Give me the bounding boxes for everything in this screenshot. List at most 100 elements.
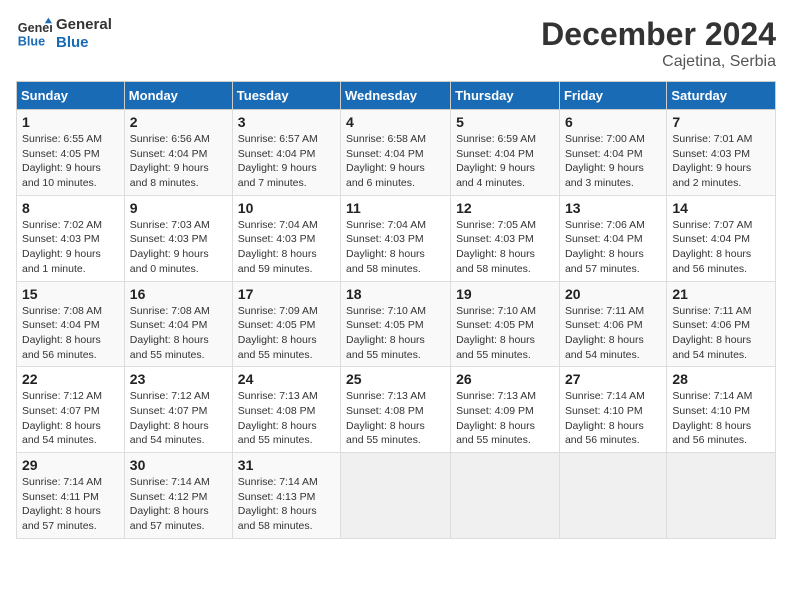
day-detail: Sunrise: 6:57 AM Sunset: 4:04 PM Dayligh… (238, 132, 335, 191)
day-detail: Sunrise: 7:04 AM Sunset: 4:03 PM Dayligh… (346, 218, 445, 277)
calendar-cell: 23Sunrise: 7:12 AM Sunset: 4:07 PM Dayli… (124, 367, 232, 453)
calendar-cell: 24 Sunrise: 7:13 AM Sunset: 4:08 PM Dayli… (232, 367, 340, 453)
logo-blue: Blue (56, 34, 112, 52)
weekday-thursday: Thursday (451, 82, 560, 110)
day-number: 18 (346, 286, 445, 302)
day-number: 1 (22, 114, 119, 130)
day-number: 20 (565, 286, 661, 302)
logo-icon: General Blue (16, 16, 52, 52)
day-number: 26 (456, 371, 554, 387)
day-detail: Sunrise: 7:01 AM Sunset: 4:03 PM Dayligh… (672, 132, 770, 191)
day-detail: Sunrise: 7:14 AM Sunset: 4:13 PM Dayligh… (238, 475, 335, 534)
day-number: 29 (22, 457, 119, 473)
day-detail: Sunrise: 7:06 AM Sunset: 4:04 PM Dayligh… (565, 218, 661, 277)
day-number: 2 (130, 114, 227, 130)
day-number: 11 (346, 200, 445, 216)
calendar-cell (559, 453, 666, 539)
logo: General Blue General Blue (16, 16, 112, 52)
weekday-sunday: Sunday (17, 82, 125, 110)
week-row-2: 8 Sunrise: 7:02 AM Sunset: 4:03 PM Daylig… (17, 195, 776, 281)
day-detail: Sunrise: 6:56 AM Sunset: 4:04 PM Dayligh… (130, 132, 227, 191)
day-detail: Sunrise: 7:14 AM Sunset: 4:10 PM Dayligh… (672, 389, 770, 448)
calendar-cell: 11 Sunrise: 7:04 AM Sunset: 4:03 PM Dayli… (341, 195, 451, 281)
day-number: 13 (565, 200, 661, 216)
title-area: December 2024 Cajetina, Serbia (541, 16, 776, 71)
day-number: 8 (22, 200, 119, 216)
calendar-cell: 2 Sunrise: 6:56 AM Sunset: 4:04 PM Daylig… (124, 110, 232, 196)
weekday-friday: Friday (559, 82, 666, 110)
calendar-cell: 18 Sunrise: 7:10 AM Sunset: 4:05 PM Dayli… (341, 281, 451, 367)
day-number: 21 (672, 286, 770, 302)
day-detail: Sunrise: 7:13 AM Sunset: 4:08 PM Dayligh… (238, 389, 335, 448)
calendar-cell: 31 Sunrise: 7:14 AM Sunset: 4:13 PM Dayli… (232, 453, 340, 539)
day-number: 25 (346, 371, 445, 387)
weekday-wednesday: Wednesday (341, 82, 451, 110)
day-detail: Sunrise: 7:07 AM Sunset: 4:04 PM Dayligh… (672, 218, 770, 277)
calendar-cell: 12 Sunrise: 7:05 AM Sunset: 4:03 PM Dayli… (451, 195, 560, 281)
calendar-cell: 25 Sunrise: 7:13 AM Sunset: 4:08 PM Dayli… (341, 367, 451, 453)
day-detail: Sunrise: 7:02 AM Sunset: 4:03 PM Dayligh… (22, 218, 119, 277)
week-row-5: 29 Sunrise: 7:14 AM Sunset: 4:11 PM Dayli… (17, 453, 776, 539)
day-detail: Sunrise: 7:04 AM Sunset: 4:03 PM Dayligh… (238, 218, 335, 277)
day-detail: Sunrise: 7:14 AM Sunset: 4:12 PM Dayligh… (130, 475, 227, 534)
logo-general: General (56, 16, 112, 34)
day-detail: Sunrise: 7:11 AM Sunset: 4:06 PM Dayligh… (672, 304, 770, 363)
calendar-cell: 26Sunrise: 7:13 AM Sunset: 4:09 PM Dayli… (451, 367, 560, 453)
calendar-cell: 7 Sunrise: 7:01 AM Sunset: 4:03 PM Daylig… (667, 110, 776, 196)
calendar-cell: 27Sunrise: 7:14 AM Sunset: 4:10 PM Dayli… (559, 367, 666, 453)
day-detail: Sunrise: 7:11 AM Sunset: 4:06 PM Dayligh… (565, 304, 661, 363)
calendar-cell (341, 453, 451, 539)
day-number: 12 (456, 200, 554, 216)
day-detail: Sunrise: 7:00 AM Sunset: 4:04 PM Dayligh… (565, 132, 661, 191)
svg-text:Blue: Blue (18, 35, 45, 49)
svg-text:General: General (18, 21, 52, 35)
calendar-cell: 1 Sunrise: 6:55 AM Sunset: 4:05 PM Daylig… (17, 110, 125, 196)
calendar-cell: 29 Sunrise: 7:14 AM Sunset: 4:11 PM Dayli… (17, 453, 125, 539)
calendar-body: 1 Sunrise: 6:55 AM Sunset: 4:05 PM Daylig… (17, 110, 776, 539)
day-number: 28 (672, 371, 770, 387)
day-number: 4 (346, 114, 445, 130)
calendar-cell (451, 453, 560, 539)
day-detail: Sunrise: 6:58 AM Sunset: 4:04 PM Dayligh… (346, 132, 445, 191)
day-number: 24 (238, 371, 335, 387)
weekday-header-row: SundayMondayTuesdayWednesdayThursdayFrid… (17, 82, 776, 110)
day-number: 7 (672, 114, 770, 130)
calendar-cell: 3 Sunrise: 6:57 AM Sunset: 4:04 PM Daylig… (232, 110, 340, 196)
day-number: 23 (130, 371, 227, 387)
day-number: 16 (130, 286, 227, 302)
day-detail: Sunrise: 7:10 AM Sunset: 4:05 PM Dayligh… (346, 304, 445, 363)
calendar-cell: 5 Sunrise: 6:59 AM Sunset: 4:04 PM Daylig… (451, 110, 560, 196)
calendar-cell (667, 453, 776, 539)
day-detail: Sunrise: 7:14 AM Sunset: 4:11 PM Dayligh… (22, 475, 119, 534)
day-detail: Sunrise: 7:05 AM Sunset: 4:03 PM Dayligh… (456, 218, 554, 277)
calendar-cell: 28 Sunrise: 7:14 AM Sunset: 4:10 PM Dayli… (667, 367, 776, 453)
calendar-cell: 17Sunrise: 7:09 AM Sunset: 4:05 PM Dayli… (232, 281, 340, 367)
day-number: 31 (238, 457, 335, 473)
calendar-cell: 21 Sunrise: 7:11 AM Sunset: 4:06 PM Dayli… (667, 281, 776, 367)
day-detail: Sunrise: 7:14 AM Sunset: 4:10 PM Dayligh… (565, 389, 661, 448)
day-detail: Sunrise: 6:55 AM Sunset: 4:05 PM Dayligh… (22, 132, 119, 191)
day-detail: Sunrise: 7:13 AM Sunset: 4:08 PM Dayligh… (346, 389, 445, 448)
day-number: 15 (22, 286, 119, 302)
day-number: 9 (130, 200, 227, 216)
day-number: 3 (238, 114, 335, 130)
week-row-3: 15 Sunrise: 7:08 AM Sunset: 4:04 PM Dayli… (17, 281, 776, 367)
weekday-tuesday: Tuesday (232, 82, 340, 110)
calendar-cell: 6 Sunrise: 7:00 AM Sunset: 4:04 PM Daylig… (559, 110, 666, 196)
day-detail: Sunrise: 7:08 AM Sunset: 4:04 PM Dayligh… (130, 304, 227, 363)
day-number: 5 (456, 114, 554, 130)
month-title: December 2024 (541, 16, 776, 53)
calendar-cell: 15Sunrise: 7:08 AM Sunset: 4:04 PM Dayli… (17, 281, 125, 367)
calendar-cell: 4 Sunrise: 6:58 AM Sunset: 4:04 PM Daylig… (341, 110, 451, 196)
calendar-cell: 30Sunrise: 7:14 AM Sunset: 4:12 PM Dayli… (124, 453, 232, 539)
day-detail: Sunrise: 6:59 AM Sunset: 4:04 PM Dayligh… (456, 132, 554, 191)
calendar-cell: 20 Sunrise: 7:11 AM Sunset: 4:06 PM Dayli… (559, 281, 666, 367)
calendar: SundayMondayTuesdayWednesdayThursdayFrid… (16, 81, 776, 539)
calendar-cell: 19Sunrise: 7:10 AM Sunset: 4:05 PM Dayli… (451, 281, 560, 367)
calendar-cell: 22Sunrise: 7:12 AM Sunset: 4:07 PM Dayli… (17, 367, 125, 453)
day-number: 6 (565, 114, 661, 130)
day-number: 10 (238, 200, 335, 216)
day-detail: Sunrise: 7:03 AM Sunset: 4:03 PM Dayligh… (130, 218, 227, 277)
day-number: 14 (672, 200, 770, 216)
header: General Blue General Blue December 2024 … (16, 16, 776, 71)
